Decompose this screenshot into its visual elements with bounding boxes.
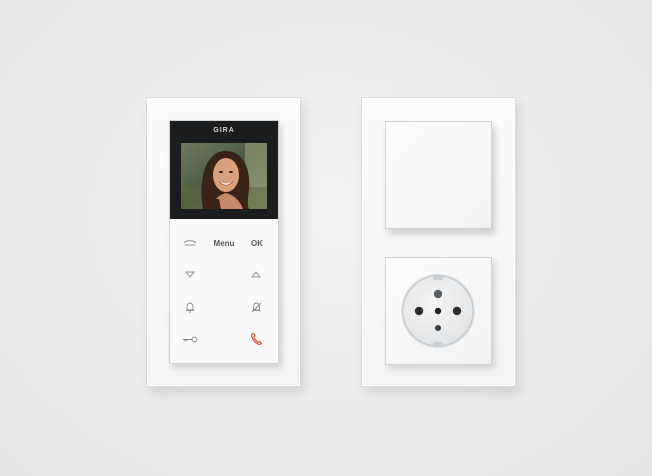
brand-logo: GIRA <box>213 127 235 134</box>
power-socket <box>385 257 492 365</box>
phone-list-icon[interactable] <box>183 239 197 247</box>
door-key-icon[interactable] <box>182 336 198 343</box>
arrow-up-icon[interactable] <box>251 271 261 278</box>
bell-mute-icon[interactable] <box>251 302 262 313</box>
arrow-down-icon[interactable] <box>185 271 195 278</box>
video-caller-portrait <box>181 143 267 209</box>
video-intercom: GIRA Menu OK <box>169 120 279 364</box>
video-screen <box>181 143 267 209</box>
intercom-display-panel: GIRA <box>170 121 278 219</box>
ok-button[interactable]: OK <box>246 239 268 248</box>
rocker-switch[interactable] <box>385 121 492 229</box>
menu-button[interactable]: Menu <box>210 239 238 248</box>
schuko-socket-face <box>401 274 475 348</box>
bell-icon[interactable] <box>185 302 195 313</box>
hang-up-icon[interactable] <box>250 332 263 346</box>
product-photo: GIRA Menu OK <box>0 0 652 476</box>
